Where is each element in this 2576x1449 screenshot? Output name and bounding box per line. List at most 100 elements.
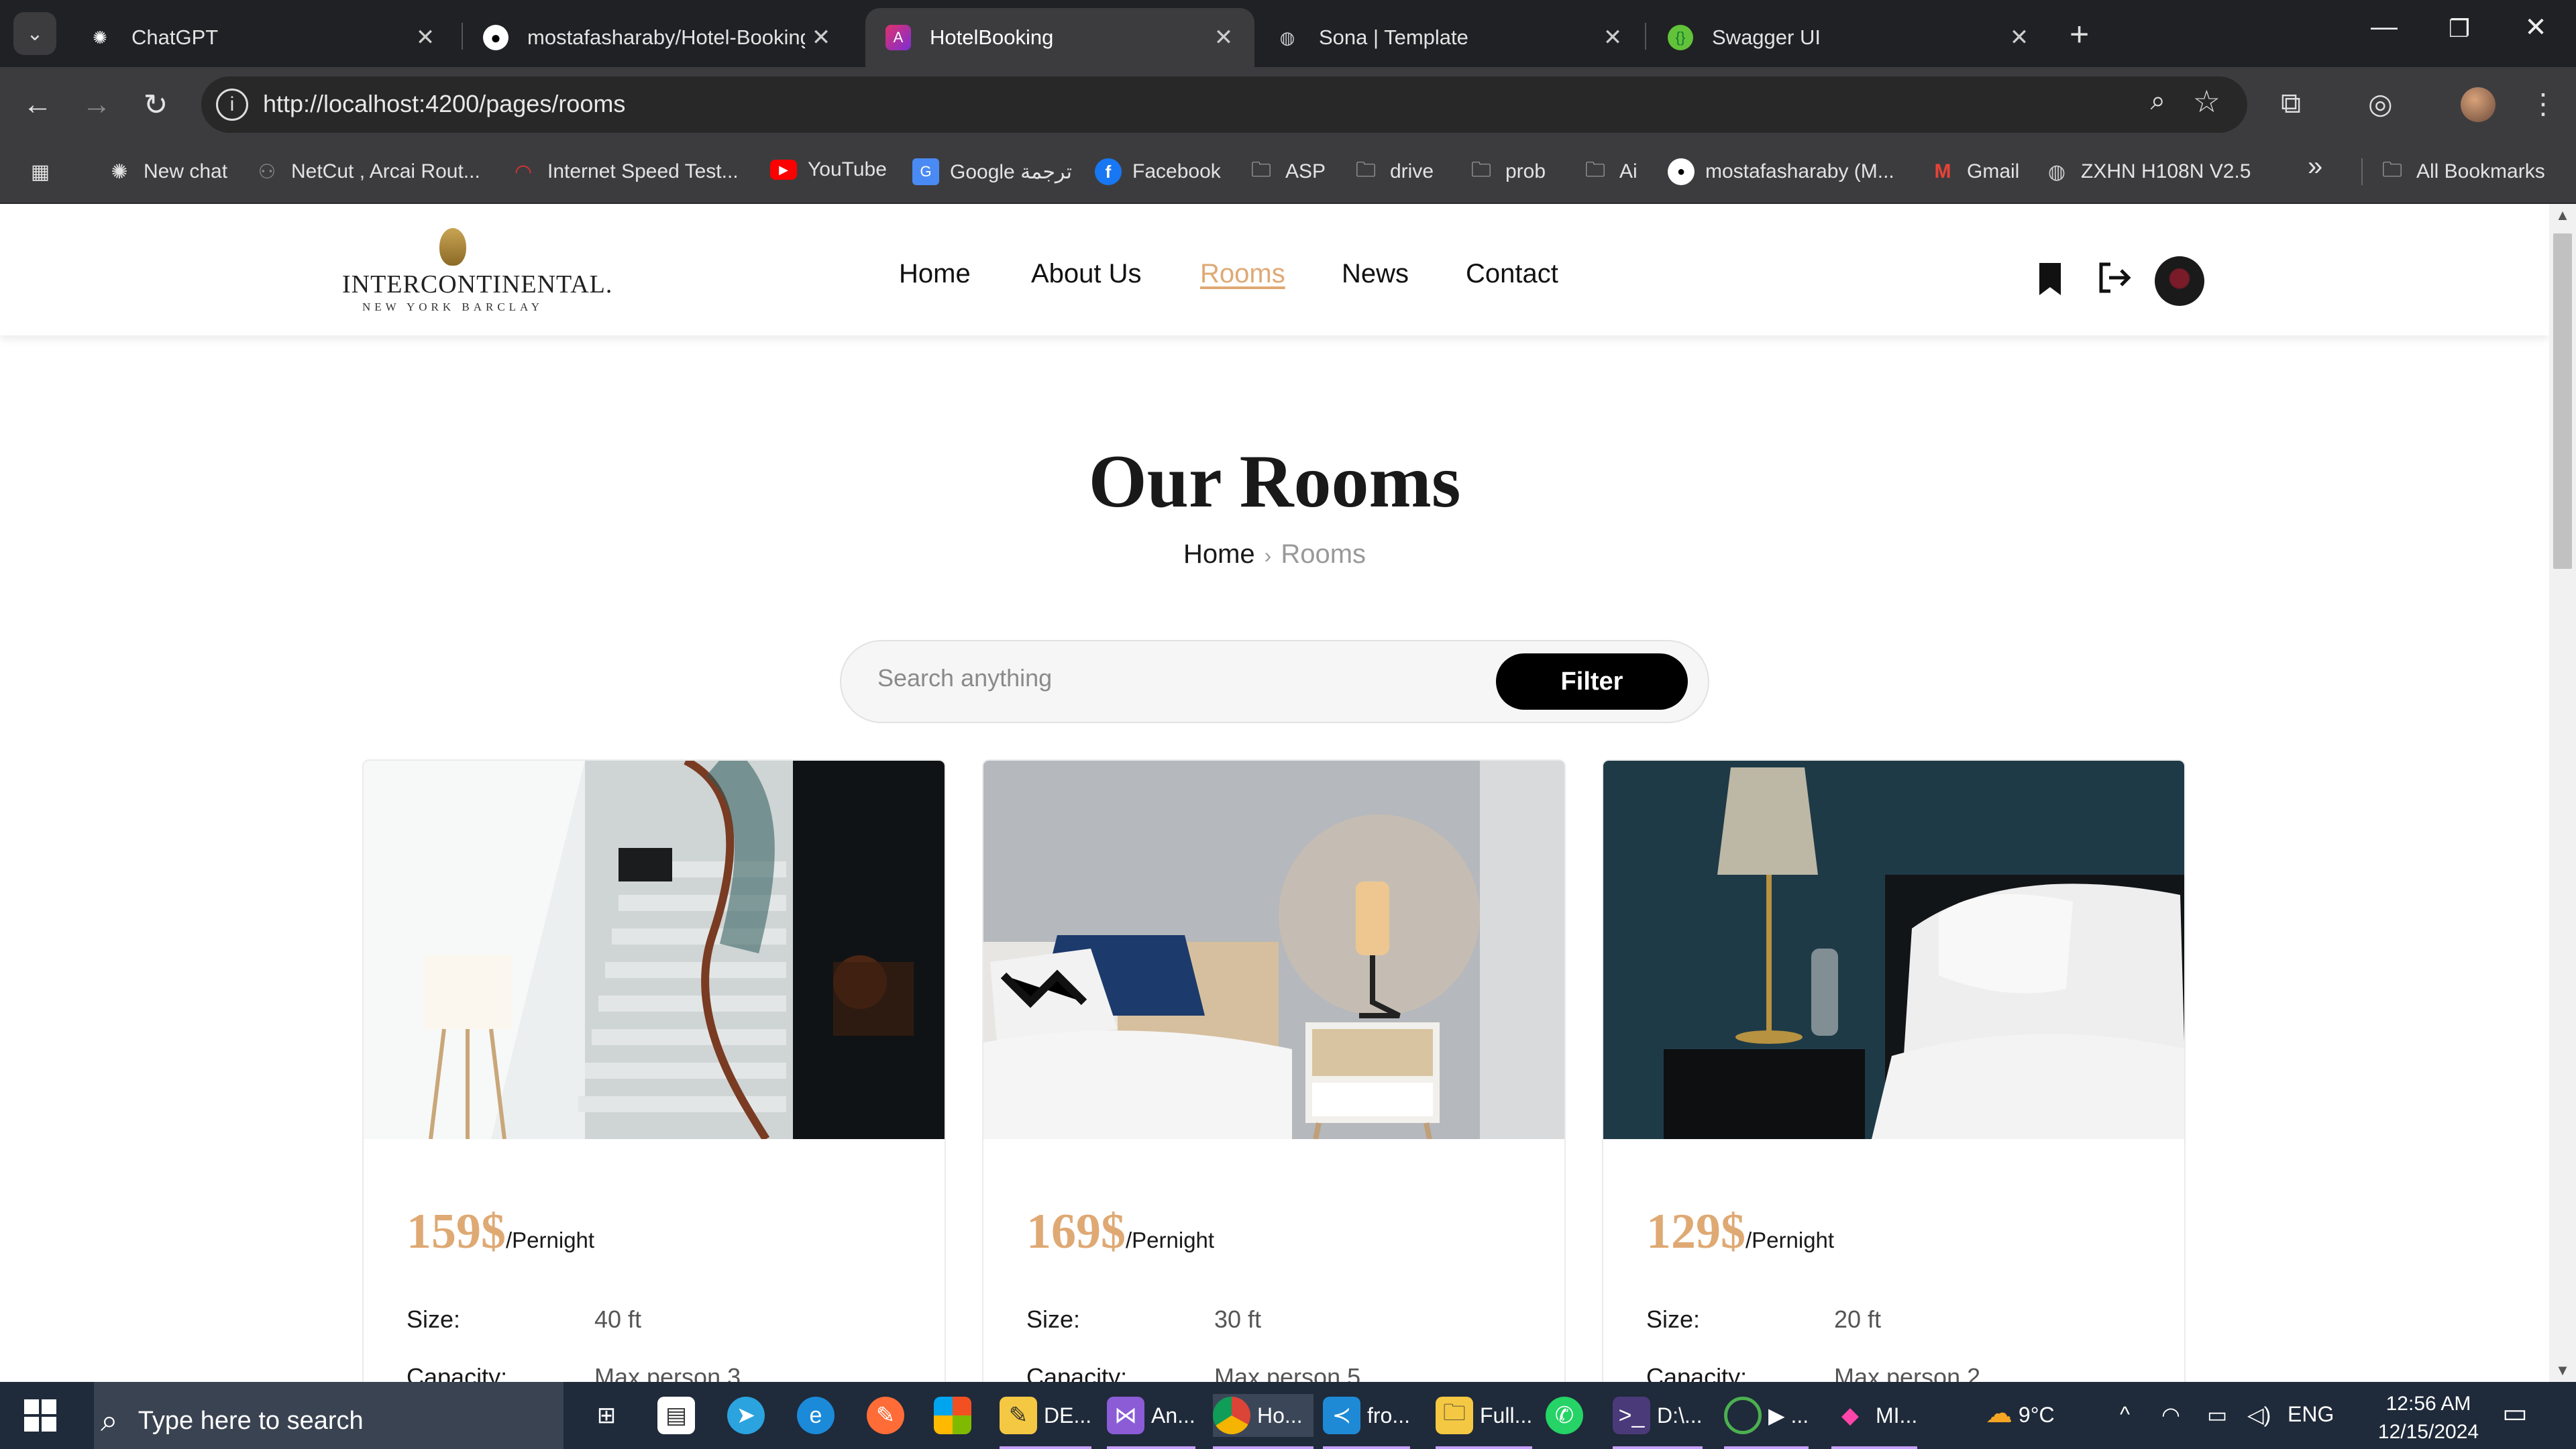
tab-swagger[interactable]: {} Swagger UI ✕ <box>1648 8 2050 67</box>
tab-chatgpt[interactable]: ✺ ChatGPT ✕ <box>67 8 456 67</box>
logo-name: INTERCONTINENTAL. <box>342 270 613 299</box>
nav-rooms[interactable]: Rooms <box>1200 259 1285 289</box>
room-card[interactable]: 169$/Pernight Size: 30 ft Capacity: Max … <box>982 759 1566 1382</box>
bookmark-github-profile[interactable]: ● mostafasharaby (M... <box>1668 158 1894 185</box>
reload-button[interactable]: ↻ <box>134 83 177 126</box>
bookmark-folder-asp[interactable]: 🗀 ASP <box>1248 158 1326 185</box>
scroll-down-icon[interactable]: ▼ <box>2549 1362 2576 1379</box>
bookmarks-overflow-button[interactable]: » <box>2308 152 2322 182</box>
logout-icon[interactable] <box>2097 262 2132 302</box>
taskbar-app-explorer[interactable]: 🗀 Full... <box>1436 1394 1533 1449</box>
extensions-icon[interactable]: ⧉ <box>2281 87 2301 120</box>
bookmark-youtube[interactable]: ▶ YouTube <box>770 158 887 181</box>
battery-icon[interactable]: ▭ <box>2207 1402 2227 1428</box>
taskbar-app-label: ▶ ... <box>1768 1403 1809 1428</box>
page-scrollbar[interactable]: ▲ ▼ <box>2549 204 2576 1382</box>
taskbar-app-chrome[interactable]: Ho... <box>1213 1394 1313 1449</box>
new-tab-button[interactable]: + <box>2070 15 2089 54</box>
scrollbar-thumb[interactable] <box>2553 233 2572 569</box>
bookmark-netcut[interactable]: ⚇ NetCut , Arcai Rout... <box>254 158 480 185</box>
nav-news[interactable]: News <box>1342 259 1409 289</box>
close-icon[interactable]: ✕ <box>1597 24 1629 51</box>
volume-icon[interactable]: ◁) <box>2247 1402 2271 1428</box>
windows-start-icon[interactable] <box>24 1399 56 1432</box>
microsoft-store-icon[interactable] <box>934 1394 978 1437</box>
system-clock[interactable]: 12:56 AM 12/15/2024 <box>2348 1390 2509 1446</box>
gmail-icon: M <box>1934 160 1951 182</box>
bookmark-star-icon[interactable]: ☆ <box>2193 83 2220 119</box>
screenshot-icon[interactable]: ◎ <box>2368 87 2393 120</box>
wifi-icon[interactable]: ◠ <box>2161 1402 2180 1428</box>
room-price: 159$/Pernight <box>407 1203 594 1260</box>
all-bookmarks-button[interactable]: 🗀 All Bookmarks <box>2361 158 2545 185</box>
profile-avatar[interactable] <box>2461 87 2496 122</box>
bookmark-router[interactable]: ◍ ZXHN H108N V2.5 <box>2043 158 2251 185</box>
bookmark-new-chat[interactable]: ✺ New chat <box>106 158 227 185</box>
close-icon[interactable]: ✕ <box>805 24 837 51</box>
price-unit: /Pernight <box>506 1228 595 1252</box>
taskbar-app-label: An... <box>1151 1403 1195 1428</box>
bookmark-label: Ai <box>1619 160 1638 182</box>
tab-title: HotelBooking <box>930 25 1054 49</box>
store-icon[interactable]: ▤ <box>657 1394 702 1437</box>
room-card[interactable]: 129$/Pernight Size: 20 ft Capacity: Max … <box>1602 759 2186 1382</box>
bookmark-folder-drive[interactable]: 🗀 drive <box>1352 158 1434 185</box>
bookmark-label: Google ترجمة <box>950 160 1072 183</box>
taskbar-search[interactable]: ⌕ Type here to search <box>101 1402 364 1440</box>
user-avatar[interactable] <box>2155 256 2204 306</box>
edge-icon[interactable]: e <box>797 1394 841 1437</box>
nav-contact[interactable]: Contact <box>1466 259 1558 289</box>
taskbar-app-vscode[interactable]: ≺ fro... <box>1323 1394 1411 1449</box>
taskbar-app-media[interactable]: ▶ ... <box>1724 1394 1809 1449</box>
language-indicator[interactable]: ENG <box>2288 1402 2334 1427</box>
tray-chevron-up-icon[interactable]: ^ <box>2120 1402 2130 1427</box>
menu-icon[interactable]: ⋮ <box>2529 87 2557 120</box>
tab-hotelbooking[interactable]: A HotelBooking ✕ <box>865 8 1254 67</box>
close-window-button[interactable]: ✕ <box>2516 12 2556 43</box>
minimize-button[interactable]: — <box>2364 12 2404 42</box>
hotel-logo[interactable]: INTERCONTINENTAL. NEW YORK BARCLAY <box>342 228 613 314</box>
task-view-icon[interactable]: ⊞ <box>588 1394 632 1437</box>
nav-home[interactable]: Home <box>899 259 971 289</box>
capacity-label: Capacity: <box>1646 1363 1748 1382</box>
filter-button[interactable]: Filter <box>1496 653 1688 710</box>
bookmark-label: NetCut , Arcai Rout... <box>291 160 480 182</box>
search-input[interactable] <box>877 664 1414 692</box>
restore-button[interactable]: ❐ <box>2439 15 2479 43</box>
forward-button[interactable]: → <box>75 83 118 126</box>
weather-widget[interactable]: ☁ 9°C <box>1986 1398 2055 1429</box>
size-label: Size: <box>1026 1305 1081 1333</box>
bookmark-folder-ai[interactable]: 🗀 Ai <box>1582 158 1638 185</box>
tab-github[interactable]: ● mostafasharaby/Hotel-Booking ✕ <box>463 8 852 67</box>
notifications-icon[interactable]: ▭ <box>2502 1398 2528 1429</box>
zoom-icon[interactable]: ⌕ <box>2151 86 2165 116</box>
taskbar-app-designer[interactable]: ✎ DE... <box>1000 1394 1092 1449</box>
breadcrumb-home[interactable]: Home <box>1183 539 1255 569</box>
close-icon[interactable]: ✕ <box>409 24 441 51</box>
taskbar-app-terminal[interactable]: >_ D:\... <box>1613 1394 1703 1449</box>
browser-toolbar: ← → ↻ i http://localhost:4200/pages/room… <box>0 67 2576 142</box>
bookmark-icon[interactable] <box>2037 262 2063 305</box>
bookmark-folder-prob[interactable]: 🗀 prob <box>1468 158 1546 185</box>
postman-icon[interactable]: ✎ <box>867 1394 911 1437</box>
whatsapp-icon[interactable]: ✆ <box>1546 1394 1590 1437</box>
tab-search-button[interactable]: ⌄ <box>13 12 56 55</box>
room-card[interactable]: 159$/Pernight Size: 40 ft Capacity: Max … <box>362 759 946 1382</box>
taskbar-app-mi[interactable]: ◆ MI... <box>1831 1394 1918 1449</box>
tab-sona-template[interactable]: ◍ Sona | Template ✕ <box>1254 8 1644 67</box>
close-icon[interactable]: ✕ <box>1208 24 1240 51</box>
close-icon[interactable]: ✕ <box>2003 24 2035 51</box>
scroll-up-icon[interactable]: ▲ <box>2549 207 2576 224</box>
bookmark-speed-test[interactable]: ◠ Internet Speed Test... <box>510 158 739 185</box>
address-bar[interactable]: i http://localhost:4200/pages/rooms ⌕ ☆ <box>201 76 2247 133</box>
site-info-icon[interactable]: i <box>216 89 248 121</box>
bookmark-facebook[interactable]: f Facebook <box>1095 158 1221 185</box>
bookmark-gmail[interactable]: M Gmail <box>1929 158 2020 185</box>
folder-icon: 🗀 <box>1585 158 1605 181</box>
apps-icon[interactable]: ▦ <box>27 158 64 185</box>
bookmark-google-translate[interactable]: G Google ترجمة <box>912 158 1072 185</box>
back-button[interactable]: ← <box>16 83 59 126</box>
telegram-icon[interactable]: ➤ <box>727 1394 771 1437</box>
nav-about-us[interactable]: About Us <box>1031 259 1142 289</box>
taskbar-app-visualstudio[interactable]: ⋈ An... <box>1107 1394 1195 1449</box>
